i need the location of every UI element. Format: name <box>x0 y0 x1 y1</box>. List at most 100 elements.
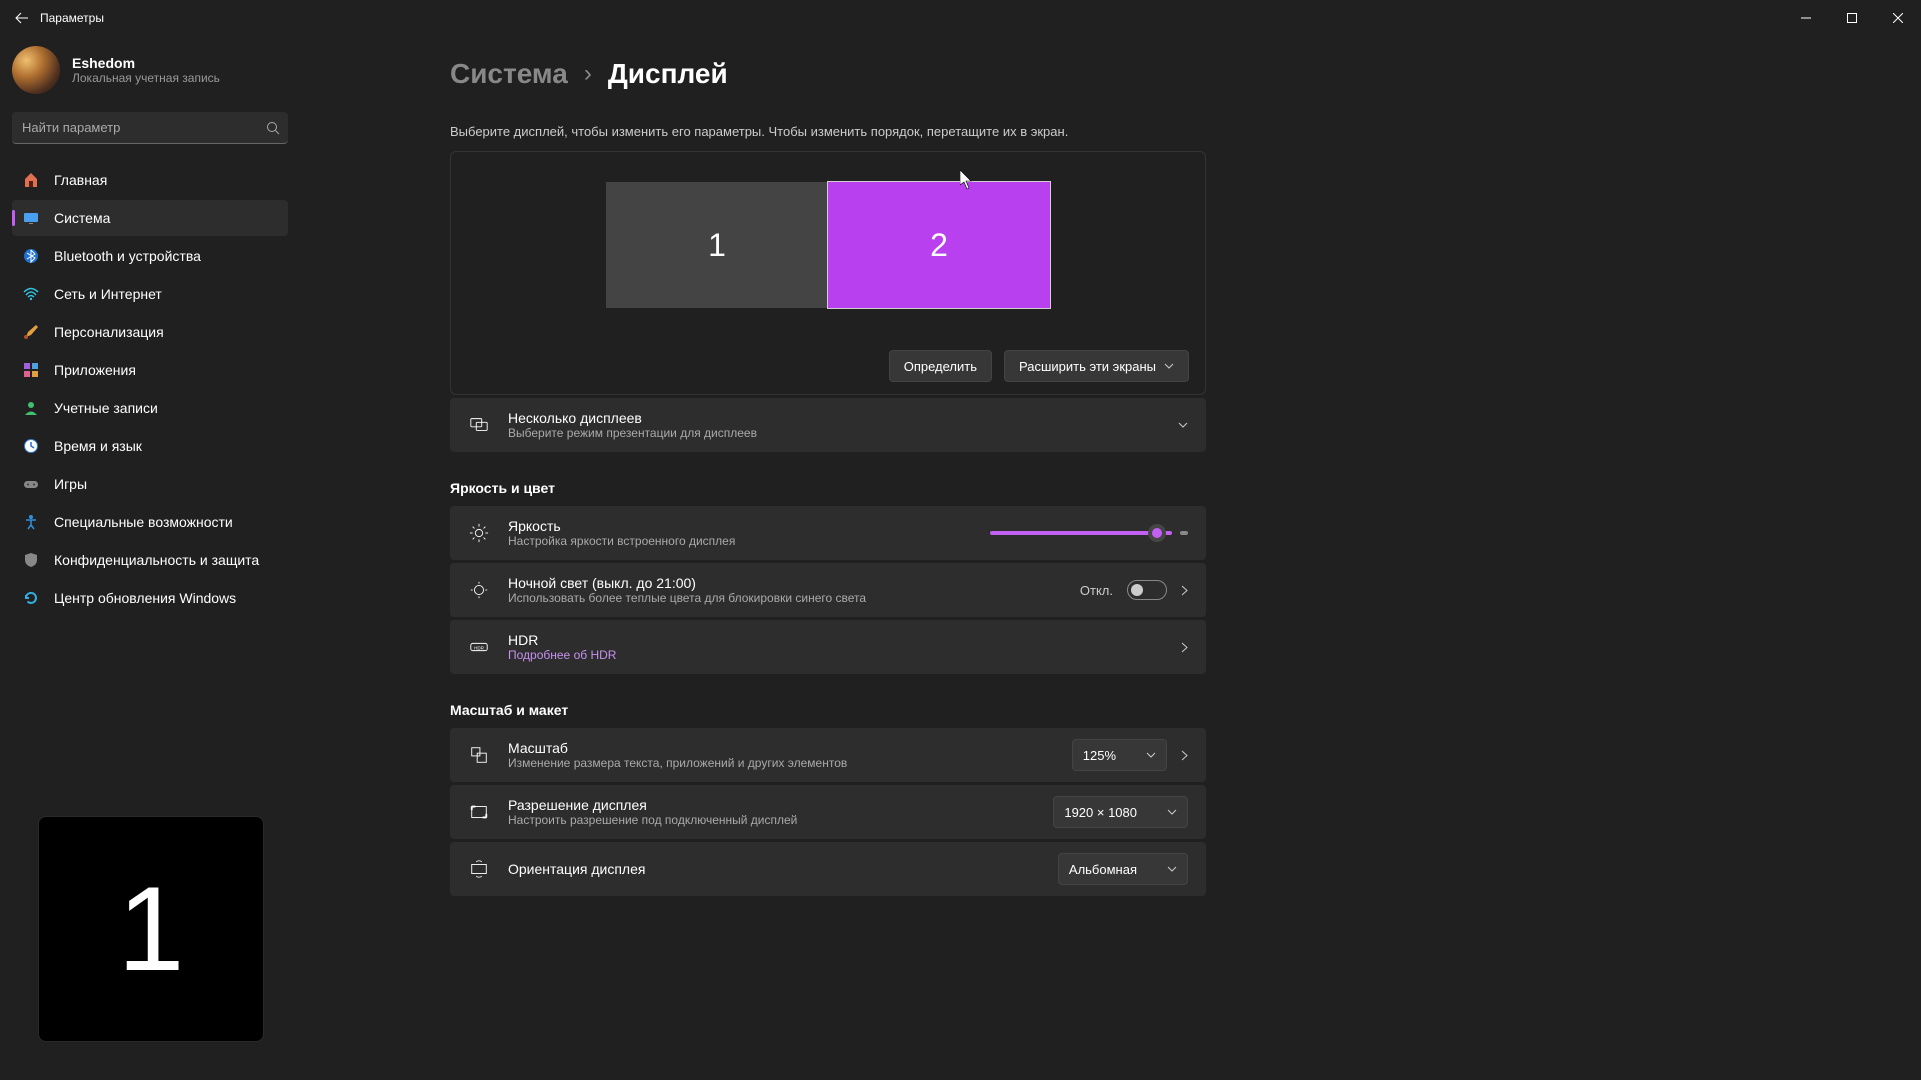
card-sub: Изменение размера текста, приложений и д… <box>508 756 1054 770</box>
chevron-down-icon <box>1146 752 1156 758</box>
scale-icon <box>468 744 490 766</box>
monitors-icon <box>468 414 490 436</box>
gamepad-icon <box>22 475 40 493</box>
search-icon <box>266 121 280 135</box>
minimize-button[interactable] <box>1783 0 1829 36</box>
close-button[interactable] <box>1875 0 1921 36</box>
multi-display-mode-select[interactable]: Расширить эти экраны <box>1004 350 1189 382</box>
window-title: Параметры <box>40 11 104 25</box>
sidebar-item-system[interactable]: Система <box>12 200 288 236</box>
sun-icon <box>468 522 490 544</box>
card-title: HDR <box>508 632 1163 648</box>
chevron-right-icon <box>1181 642 1188 653</box>
hdr-icon: HDR <box>468 636 490 658</box>
apps-icon <box>22 361 40 379</box>
hdr-card[interactable]: HDR HDR Подробнее об HDR <box>450 620 1206 674</box>
user-icon <box>22 399 40 417</box>
identify-button[interactable]: Определить <box>889 350 992 382</box>
sidebar-item-label: Система <box>54 210 110 226</box>
card-sub: Использовать более теплые цвета для блок… <box>508 591 1062 605</box>
breadcrumb-root[interactable]: Система <box>450 58 568 90</box>
home-icon <box>22 171 40 189</box>
sidebar-item-time[interactable]: Время и язык <box>12 428 288 464</box>
resolution-card: Разрешение дисплея Настроить разрешение … <box>450 785 1206 839</box>
chevron-right-icon: › <box>584 60 592 88</box>
sidebar-item-privacy[interactable]: Конфиденциальность и защита <box>12 542 288 578</box>
chevron-right-icon <box>1181 750 1188 761</box>
sidebar-item-label: Центр обновления Windows <box>54 590 236 606</box>
orientation-select[interactable]: Альбомная <box>1058 853 1188 885</box>
sidebar-item-accounts[interactable]: Учетные записи <box>12 390 288 426</box>
hdr-link[interactable]: Подробнее об HDR <box>508 648 1163 662</box>
night-light-toggle[interactable] <box>1127 580 1167 600</box>
sidebar-item-label: Приложения <box>54 362 136 378</box>
svg-text:HDR: HDR <box>474 645 485 650</box>
card-sub: Настроить разрешение под подключенный ди… <box>508 813 1035 827</box>
profile-name: Eshedom <box>72 55 220 71</box>
chevron-down-icon <box>1164 363 1174 369</box>
multiple-displays-card[interactable]: Несколько дисплеев Выберите режим презен… <box>450 398 1206 452</box>
card-title: Ночной свет (выкл. до 21:00) <box>508 575 1062 591</box>
main-content: Система › Дисплей Выберите дисплей, чтоб… <box>300 36 1921 1080</box>
card-title: Несколько дисплеев <box>508 410 1160 426</box>
sidebar-item-label: Специальные возможности <box>54 514 233 530</box>
clock-icon <box>22 437 40 455</box>
system-icon <box>22 209 40 227</box>
bluetooth-icon <box>22 247 40 265</box>
titlebar: Параметры <box>0 0 1921 36</box>
sidebar-item-label: Учетные записи <box>54 400 158 416</box>
night-light-icon <box>468 579 490 601</box>
chevron-right-icon <box>1181 585 1188 596</box>
night-light-card[interactable]: Ночной свет (выкл. до 21:00) Использоват… <box>450 563 1206 617</box>
display-2[interactable]: 2 <box>828 182 1050 308</box>
sidebar-item-label: Bluetooth и устройства <box>54 248 201 264</box>
display-arrangement: 1 2 Определить Расширить эти экраны <box>450 151 1206 395</box>
shield-icon <box>22 551 40 569</box>
breadcrumb: Система › Дисплей <box>450 58 1206 90</box>
sidebar-item-label: Конфиденциальность и защита <box>54 552 259 568</box>
sidebar-item-network[interactable]: Сеть и Интернет <box>12 276 288 312</box>
sidebar-item-bluetooth[interactable]: Bluetooth и устройства <box>12 238 288 274</box>
section-scale-layout: Масштаб и макет <box>450 702 1206 718</box>
sidebar-item-label: Сеть и Интернет <box>54 286 162 302</box>
chevron-down-icon <box>1178 422 1188 428</box>
brush-icon <box>22 323 40 341</box>
scale-card[interactable]: Масштаб Изменение размера текста, прилож… <box>450 728 1206 782</box>
resolution-select[interactable]: 1920 × 1080 <box>1053 796 1188 828</box>
update-icon <box>22 589 40 607</box>
maximize-button[interactable] <box>1829 0 1875 36</box>
scale-select[interactable]: 125% <box>1072 739 1167 771</box>
sidebar-item-label: Игры <box>54 476 87 492</box>
resolution-icon <box>468 801 490 823</box>
card-title: Масштаб <box>508 740 1054 756</box>
sidebar-item-personalization[interactable]: Персонализация <box>12 314 288 350</box>
back-button[interactable] <box>8 4 36 32</box>
profile-sub: Локальная учетная запись <box>72 71 220 85</box>
sidebar-item-label: Главная <box>54 172 107 188</box>
sidebar-item-accessibility[interactable]: Специальные возможности <box>12 504 288 540</box>
sidebar-item-gaming[interactable]: Игры <box>12 466 288 502</box>
sidebar-item-home[interactable]: Главная <box>12 162 288 198</box>
section-brightness-color: Яркость и цвет <box>450 480 1206 496</box>
sidebar-item-apps[interactable]: Приложения <box>12 352 288 388</box>
sidebar-item-label: Персонализация <box>54 324 164 340</box>
card-title: Ориентация дисплея <box>508 861 1040 877</box>
brightness-card: Яркость Настройка яркости встроенного ди… <box>450 506 1206 560</box>
sidebar-item-update[interactable]: Центр обновления Windows <box>12 580 288 616</box>
display-1[interactable]: 1 <box>606 182 828 308</box>
display-canvas[interactable]: 1 2 <box>451 152 1205 338</box>
sidebar-item-label: Время и язык <box>54 438 142 454</box>
accessibility-icon <box>22 513 40 531</box>
orientation-card: Ориентация дисплея Альбомная <box>450 842 1206 896</box>
wifi-icon <box>22 285 40 303</box>
card-title: Разрешение дисплея <box>508 797 1035 813</box>
orientation-icon <box>468 858 490 880</box>
card-sub: Выберите режим презентации для дисплеев <box>508 426 1160 440</box>
search-input[interactable] <box>12 112 288 144</box>
card-title: Яркость <box>508 518 972 534</box>
profile-block[interactable]: Eshedom Локальная учетная запись <box>12 42 288 112</box>
helper-text: Выберите дисплей, чтобы изменить его пар… <box>450 124 1206 139</box>
identify-overlay: 1 <box>38 816 264 1042</box>
brightness-slider[interactable] <box>990 531 1188 535</box>
avatar <box>12 46 60 94</box>
